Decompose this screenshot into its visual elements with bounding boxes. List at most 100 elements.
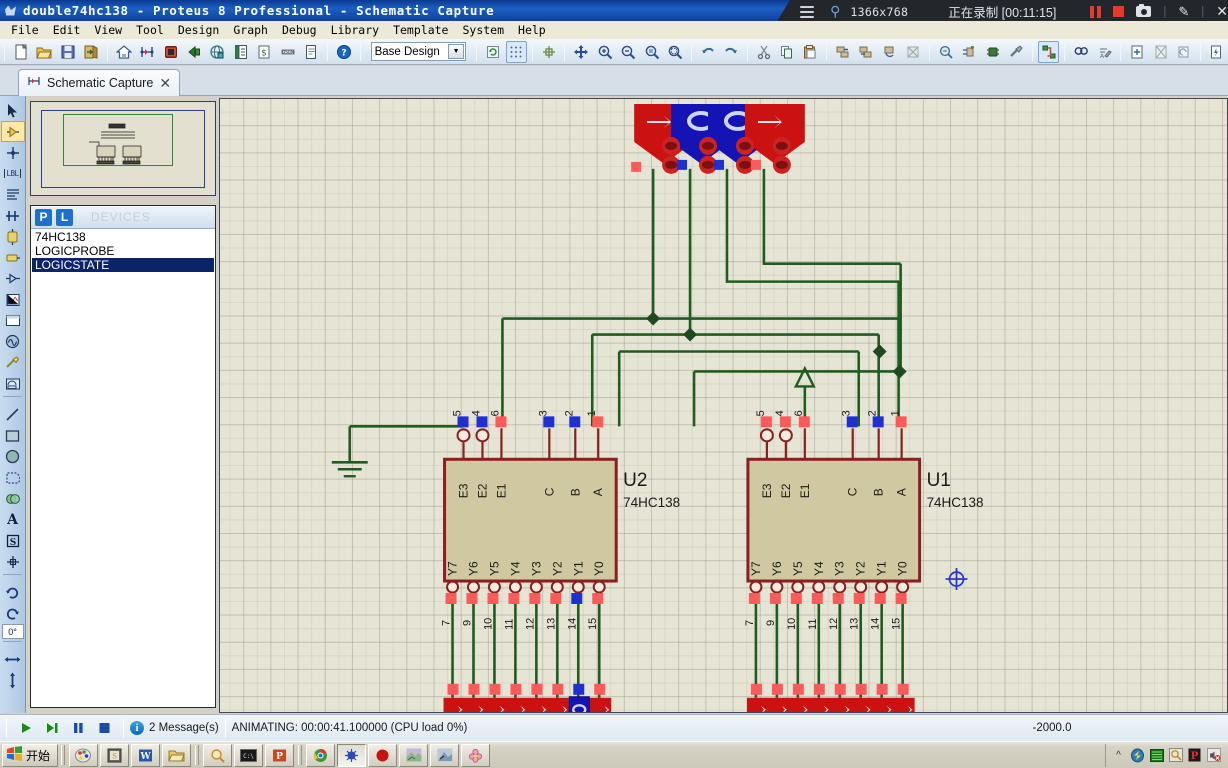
generator-tool[interactable] [1,331,25,352]
schematic-canvas[interactable]: .wire{stroke:#1f5c1f;stroke-width:2.6;fi… [219,98,1228,713]
block-copy-icon[interactable] [832,41,853,63]
circle-tool[interactable] [1,446,25,467]
make-device-icon[interactable] [959,41,980,63]
pick-device-icon[interactable] [935,41,956,63]
origin-icon[interactable] [538,41,559,63]
menu-item-graph[interactable]: Graph [226,22,275,38]
menu-item-view[interactable]: View [87,22,129,38]
rotate-anticlockwise-tool[interactable] [1,603,25,624]
copy-icon[interactable] [776,41,797,63]
menu-item-tool[interactable]: Tool [129,22,171,38]
taskbar-item-word[interactable]: W [131,743,161,767]
schematic-capture-icon[interactable] [136,41,157,63]
chip-u2[interactable]: U2 74HC138 5 4 6 E3 E2 E1 3 2 1 C B A Y7… [441,410,681,630]
exit-sheet-icon[interactable] [1173,41,1194,63]
bom-report-icon[interactable] [1206,41,1227,63]
redraw-icon[interactable] [482,41,503,63]
taskbar-item-proteus[interactable] [337,743,367,767]
line-tool[interactable] [1,404,25,425]
device-pins-tool[interactable] [1,268,25,289]
close-icon[interactable]: ✕ [159,75,171,92]
pause-button[interactable] [65,718,91,739]
arc-tool[interactable] [1,467,25,488]
symbol-tool[interactable]: S [1,530,25,551]
virtual-instrument-tool[interactable] [1,373,25,394]
taskbar-item-chrome[interactable] [306,743,336,767]
redo-icon[interactable] [720,41,741,63]
save-icon[interactable] [57,41,78,63]
taskbar-item-powerpoint[interactable]: P [265,743,295,767]
logicprobe-row-u1[interactable] [746,683,915,713]
junction-dot-tool[interactable] [1,142,25,163]
report-icon[interactable] [301,41,322,63]
design-select[interactable]: Base Design ▼ [370,42,467,61]
box-tool[interactable] [1,425,25,446]
marker-tool[interactable] [1,551,25,572]
chevron-down-icon[interactable]: ▼ [448,44,465,59]
mirror-vertical-tool[interactable] [1,670,25,691]
tray-show-hidden-icon[interactable]: ^ [1111,748,1126,763]
library-manager-button[interactable]: L [56,208,73,226]
logicprobe-row-u2[interactable] [443,683,612,713]
zoom-all-icon[interactable] [641,41,662,63]
menu-item-debug[interactable]: Debug [275,22,324,38]
cut-icon[interactable] [753,41,774,63]
list-item[interactable]: 74HC138 [32,230,214,244]
camera-icon[interactable] [1136,3,1152,17]
menu-item-help[interactable]: Help [511,22,553,38]
tape-recorder-tool[interactable] [1,310,25,331]
package-tool-icon[interactable] [982,41,1003,63]
menu-item-file[interactable]: File [4,22,46,38]
toggle-grid-icon[interactable] [505,40,528,63]
menu-item-edit[interactable]: Edit [46,22,88,38]
menu-item-system[interactable]: System [455,22,511,38]
tab-schematic-capture[interactable]: Schematic Capture ✕ [18,69,181,96]
home-icon[interactable] [113,41,134,63]
stop-button[interactable] [91,718,117,739]
pen-icon[interactable]: ✎ [1178,4,1189,20]
tray-search-icon[interactable] [1168,748,1183,763]
rotate-clockwise-tool[interactable] [1,582,25,603]
zoom-out-icon[interactable] [617,41,638,63]
open-folder-icon[interactable] [33,41,54,63]
wire-label-tool[interactable]: LBL [1,163,25,184]
cost-icon[interactable]: $ [254,41,275,63]
text-script-tool[interactable] [1,184,25,205]
hamburger-icon[interactable] [800,3,815,21]
block-rotate-icon[interactable] [879,41,900,63]
pick-device-button[interactable]: P [35,208,52,226]
text-tool[interactable]: A [1,509,25,530]
messages-indicator[interactable]: i 2 Message(s) [130,721,219,735]
taskbar-item-search[interactable] [203,743,233,767]
path-tool[interactable] [1,488,25,509]
pin-icon[interactable]: ⚲ [830,3,840,20]
voltage-probe-tool[interactable] [1,352,25,373]
new-file-icon[interactable] [10,41,31,63]
zoom-area-icon[interactable] [664,41,685,63]
selection-mode-tool[interactable] [1,100,25,121]
terminals-tool[interactable] [1,247,25,268]
menu-item-template[interactable]: Template [386,22,455,38]
bus-tool[interactable] [1,205,25,226]
tray-volume-icon[interactable] [1206,748,1221,763]
bill-of-materials-icon[interactable] [230,41,251,63]
import-export-icon[interactable] [80,41,101,63]
undo-icon[interactable] [697,41,718,63]
step-button[interactable] [39,718,65,739]
stop-icon[interactable] [1113,6,1125,17]
pan-icon[interactable] [570,41,591,63]
chip-u1[interactable]: U1 74HC138 5 4 6 E3 E2 E1 3 2 1 C B A Y7… [744,410,984,630]
taskbar-item-flower[interactable] [461,743,491,767]
tray-p-icon[interactable]: P [1187,748,1202,763]
taskbar-item-cmd[interactable]: C:\ [234,743,264,767]
tray-shield-icon[interactable] [1130,748,1145,763]
remove-sheet-icon[interactable] [1150,41,1171,63]
taskbar-item-notepad[interactable]: S [100,743,130,767]
component-mode-tool[interactable] [0,121,25,142]
start-button[interactable]: 开始 [2,743,59,767]
graph-tool[interactable] [1,289,25,310]
design-explorer-icon[interactable]: DSGN [277,41,298,63]
tray-network-icon[interactable] [1149,748,1164,763]
search-tag-icon[interactable] [1070,41,1091,63]
close-icon[interactable]: ✕ [1216,3,1228,20]
